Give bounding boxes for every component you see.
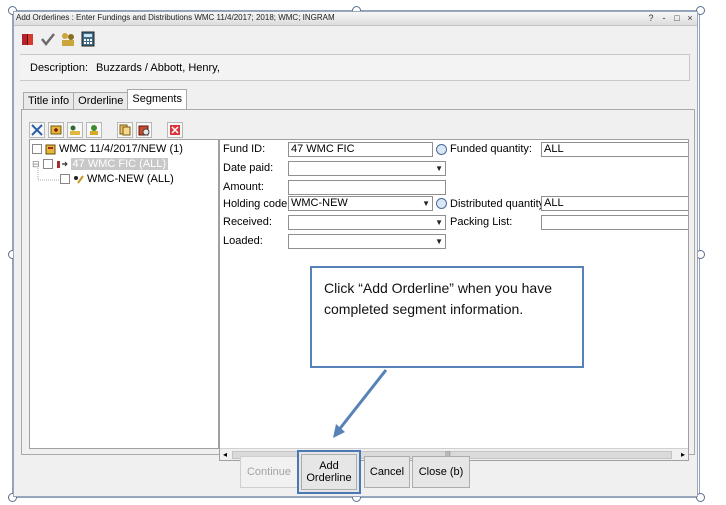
distribution-icon	[74, 174, 84, 184]
amount-label: Amount:	[223, 181, 264, 193]
date-paid-label: Date paid:	[223, 162, 274, 174]
scroll-left-icon[interactable]: ◂	[223, 449, 227, 460]
holding-code-dropdown[interactable]: WMC-NEW ▼	[288, 196, 433, 211]
close-button[interactable]: Close (b)	[412, 456, 470, 488]
loaded-dropdown[interactable]: ▼	[288, 234, 446, 249]
calculator-icon[interactable]	[80, 31, 96, 47]
fund-id-field[interactable]: 47 WMC FIC	[288, 142, 433, 157]
tab-segments[interactable]: Segments	[127, 89, 187, 109]
dialog-window: Add Orderlines : Enter Fundings and Dist…	[13, 11, 698, 497]
tab-strip: Title info Orderline Segments	[23, 89, 187, 109]
amount-field[interactable]	[288, 180, 446, 195]
fund-lookup-icon[interactable]	[436, 144, 447, 155]
funded-quantity-label: Funded quantity:	[450, 143, 532, 155]
chevron-down-icon: ▼	[435, 218, 443, 227]
description-panel: Description: Buzzards / Abbott, Henry,	[20, 54, 690, 81]
continue-button[interactable]: Continue	[240, 456, 298, 488]
close-window-button[interactable]: ×	[685, 13, 695, 24]
segment-tree: WMC 11/4/2017/NEW (1) ⊟ 47 WMC FIC (ALL)…	[29, 139, 219, 449]
cancel-button[interactable]: Cancel	[364, 456, 410, 488]
tree-node-distribution[interactable]: WMC-NEW (ALL)	[60, 173, 174, 185]
chevron-down-icon: ▼	[435, 237, 443, 246]
expand-tree-icon[interactable]	[29, 122, 45, 138]
add-orderline-line2: Orderline	[306, 472, 352, 484]
holding-code-label: Holding code:	[223, 198, 291, 210]
segment-toolbar	[29, 122, 186, 138]
date-paid-dropdown[interactable]: ▼	[288, 161, 446, 176]
distributed-quantity-label: Distributed quantity:	[450, 198, 548, 210]
instruction-callout: Click “Add Orderline” when you have comp…	[310, 266, 584, 368]
paste-segment-icon[interactable]	[136, 122, 152, 138]
tree-node-label: WMC-NEW (ALL)	[87, 173, 174, 185]
fund-id-label: Fund ID:	[223, 143, 266, 155]
chevron-down-icon: ▼	[435, 164, 443, 173]
help-button[interactable]: ?	[646, 13, 656, 24]
packing-list-label: Packing List:	[450, 216, 513, 228]
tree-lines	[37, 168, 60, 181]
tree-node-label: 47 WMC FIC (ALL)	[70, 158, 169, 170]
copy-segment-icon[interactable]	[117, 122, 133, 138]
distributed-quantity-field[interactable]: ALL	[541, 196, 688, 211]
tab-orderline[interactable]: Orderline	[73, 92, 129, 109]
chevron-down-icon: ▼	[422, 199, 430, 208]
received-label: Received:	[223, 216, 272, 228]
tree-node-label: WMC 11/4/2017/NEW (1)	[59, 143, 183, 155]
window-title: Add Orderlines : Enter Fundings and Dist…	[16, 13, 335, 22]
funded-quantity-field[interactable]: ALL	[541, 142, 688, 157]
description-value: Buzzards / Abbott, Henry,	[96, 62, 220, 74]
maximize-button[interactable]: □	[672, 13, 682, 24]
scroll-right-icon[interactable]: ▸	[681, 449, 685, 460]
add-orderline-line1: Add	[319, 460, 339, 472]
packing-list-field[interactable]	[541, 215, 688, 230]
book-icon[interactable]	[20, 31, 36, 47]
add-distribution-icon[interactable]	[86, 122, 102, 138]
title-bar: Add Orderlines : Enter Fundings and Dist…	[14, 12, 697, 26]
toolbar	[20, 31, 96, 47]
received-dropdown[interactable]: ▼	[288, 215, 446, 230]
holding-code-lookup-icon[interactable]	[436, 198, 447, 209]
add-funding-icon[interactable]	[67, 122, 83, 138]
minimize-button[interactable]: -	[659, 13, 669, 24]
add-orderline-label: Add Orderline	[301, 454, 357, 490]
callout-text: Click “Add Orderline” when you have comp…	[324, 280, 552, 317]
tab-title-info[interactable]: Title info	[23, 92, 75, 109]
user-group-icon[interactable]	[60, 31, 76, 47]
delete-segment-icon[interactable]	[167, 122, 183, 138]
check-icon[interactable]	[40, 31, 56, 47]
description-label: Description:	[30, 62, 89, 74]
holding-code-value: WMC-NEW	[291, 197, 348, 209]
add-segment-icon[interactable]	[48, 122, 64, 138]
add-orderline-button[interactable]: Add Orderline	[297, 450, 361, 494]
loaded-label: Loaded:	[223, 235, 263, 247]
